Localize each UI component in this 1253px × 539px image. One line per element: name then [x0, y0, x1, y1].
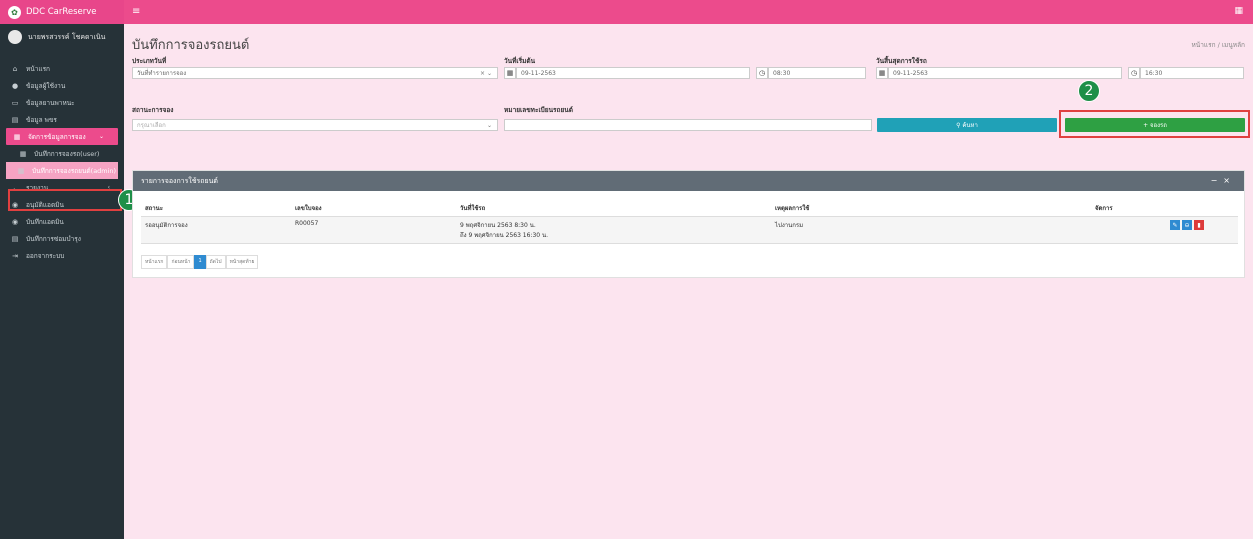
close-icon[interactable]: × — [1223, 176, 1236, 185]
car-icon: ◉ — [11, 217, 19, 226]
sidebar-item-booking-admin[interactable]: ▦ บันทึกการจองรถยนต์(admin) — [6, 162, 118, 179]
sidebar-item-booking-user[interactable]: ▦ บันทึกการจองรถ(user) — [0, 145, 124, 162]
date-type-label: ประเภทวันที่ — [132, 57, 167, 65]
date-line-2: ถึง 9 พฤศจิกายน 2563 16:30 น. — [460, 232, 549, 239]
column-header: เหตุผลการใช้ — [771, 200, 1091, 217]
date-line-1: 9 พฤศจิกายน 2563 8:30 น. — [460, 222, 536, 229]
sidebar-item-label: ข้อมูล พขร — [26, 115, 57, 124]
status-cell: รออนุมัติการจอง — [141, 216, 291, 244]
logout-icon: ⇥ — [12, 251, 18, 260]
sidebar: นายพรสวรรค์ โชคดาเนิน ⌂ หน้าแรก ● ข้อมูลผู… — [0, 24, 124, 539]
breadcrumb[interactable]: หน้าแรก / เมนูหลัก — [1192, 40, 1245, 50]
search-button-label: ค้นหา — [962, 122, 978, 129]
callout-badge-2: 2 — [1078, 80, 1100, 102]
sidebar-item-maintenance[interactable]: ▤ บันทึกการซ่อมบำรุง — [0, 230, 124, 247]
chevron-down-icon: ⌄ — [486, 121, 492, 129]
calendar-icon: ▦ — [19, 149, 27, 158]
highlight-box-book-button — [1059, 110, 1250, 138]
calendar-icon: ▦ — [13, 132, 21, 141]
sidebar-item-label: จัดการข้อมูลการจอง — [28, 132, 86, 141]
user-name: นายพรสวรรค์ โชคดาเนิน — [28, 32, 106, 41]
panel-tools: −× — [1211, 176, 1236, 185]
sidebar-item-label: ข้อมูลผู้ใช้งาน — [26, 81, 66, 90]
status-select[interactable]: กรุณาเลือก ⌄ — [132, 119, 498, 131]
table-header-row: สถานะ เลขใบจอง วันที่ใช้รถ เหตุผลการใช้ … — [141, 200, 1238, 217]
end-date-input[interactable]: 09-11-2563 — [888, 67, 1122, 79]
sidebar-item-label: บันทึกการซ่อมบำรุง — [26, 234, 81, 243]
plate-input[interactable] — [504, 119, 872, 131]
sidebar-item-vehicles[interactable]: ▭ ข้อมูลยานพาหนะ — [0, 94, 124, 111]
sidebar-item-label: ข้อมูลยานพาหนะ — [26, 98, 75, 107]
start-time-input[interactable]: 08:30 — [768, 67, 866, 79]
brand-title: DDC CarReserve — [26, 7, 97, 17]
calendar-icon: ▦ — [876, 67, 888, 79]
leaf-logo-icon: ✿ — [8, 5, 21, 19]
column-header: วันที่ใช้รถ — [456, 200, 771, 217]
chevron-down-icon: ⌄ — [98, 133, 104, 140]
highlight-box-admin-booking — [8, 189, 122, 211]
start-date-label: วันที่เริ่มต้น — [504, 57, 536, 65]
home-icon: ⌂ — [12, 64, 18, 73]
user-panel[interactable]: นายพรสวรรค์ โชคดาเนิน — [0, 24, 124, 50]
top-navbar: ≡ ▦ — [124, 0, 1253, 24]
calendar-icon: ▦ — [504, 67, 516, 79]
actions-cell: ✎ ⊖ ▮ — [1091, 216, 1238, 244]
date-type-value: วันที่ทำรายการจอง — [137, 70, 187, 77]
clock-icon: ◷ — [1128, 67, 1140, 79]
sidebar-item-label: บันทึกแอดมิน — [26, 217, 64, 226]
page-title: บันทึกการจองรถยนต์ — [132, 38, 250, 53]
sidebar-item-drivers[interactable]: ▤ ข้อมูล พขร — [0, 111, 124, 128]
panel-header: รายการจองการใช้รถยนต์ −× — [133, 171, 1244, 191]
sidebar-item-logout[interactable]: ⇥ ออกจากระบบ — [0, 247, 124, 264]
id-card-icon: ▤ — [11, 115, 19, 124]
clear-and-chevron-icon: × ⌄ — [480, 69, 492, 77]
start-date-input[interactable]: 09-11-2563 — [516, 67, 750, 79]
avatar — [8, 30, 22, 44]
sidebar-item-home[interactable]: ⌂ หน้าแรก — [0, 60, 124, 77]
brand-header[interactable]: ✿ DDC CarReserve — [0, 0, 124, 24]
collapse-icon[interactable]: − — [1211, 176, 1224, 185]
sidebar-item-users[interactable]: ● ข้อมูลผู้ใช้งาน — [0, 77, 124, 94]
pager-last[interactable]: หน้าสุดท้าย — [225, 255, 259, 269]
date-cell: 9 พฤศจิกายน 2563 8:30 น. ถึง 9 พฤศจิกายน… — [456, 216, 771, 244]
status-label: สถานะการจอง — [132, 106, 174, 114]
status-placeholder: กรุณาเลือก — [137, 122, 166, 129]
booking-no-cell: R00057 — [291, 216, 456, 244]
sidebar-item-admin-record[interactable]: ◉ บันทึกแอดมิน — [0, 213, 124, 230]
reason-cell: ไปงานกรม — [771, 216, 1091, 244]
user-icon: ● — [11, 81, 19, 90]
clock-icon: ◷ — [756, 67, 768, 79]
calendar-icon: ▦ — [17, 166, 25, 175]
date-type-select[interactable]: วันที่ทำรายการจอง × ⌄ — [132, 67, 498, 79]
hamburger-icon[interactable]: ≡ — [132, 6, 140, 17]
sidebar-item-label: ออกจากระบบ — [26, 251, 65, 260]
pager-current[interactable]: 1 — [194, 255, 206, 269]
sidebar-item-booking-management[interactable]: ▦ จัดการข้อมูลการจอง ⌄ — [6, 128, 118, 145]
end-time-input[interactable]: 16:30 — [1140, 67, 1244, 79]
column-header: สถานะ — [141, 200, 291, 217]
main-content: บันทึกการจองรถยนต์ หน้าแรก / เมนูหลัก ปร… — [124, 24, 1253, 539]
pagination: หน้าแรก ก่อนหน้า 1 ถัดไป หน้าสุดท้าย — [141, 255, 259, 269]
column-header: จัดการ — [1091, 200, 1238, 217]
sidebar-item-label: บันทึกการจองรถยนต์(admin) — [32, 166, 117, 175]
plate-label: หมายเลขทะเบียนรถยนต์ — [504, 106, 573, 114]
car-icon: ▭ — [11, 98, 19, 107]
grid-icon[interactable]: ▦ — [1234, 6, 1243, 16]
pager-first[interactable]: หน้าแรก — [141, 255, 168, 269]
pager-next[interactable]: ถัดไป — [205, 255, 226, 269]
print-icon[interactable]: ⊖ — [1182, 220, 1192, 230]
delete-icon[interactable]: ▮ — [1194, 220, 1204, 230]
booking-list-panel: รายการจองการใช้รถยนต์ −× สถานะ เลขใบจอง … — [132, 170, 1245, 278]
pager-prev[interactable]: ก่อนหน้า — [167, 255, 195, 269]
panel-title: รายการจองการใช้รถยนต์ — [141, 176, 218, 185]
sidebar-item-label: หน้าแรก — [26, 64, 50, 73]
edit-icon[interactable]: ✎ — [1170, 220, 1180, 230]
column-header: เลขใบจอง — [291, 200, 456, 217]
sidebar-item-label: บันทึกการจองรถ(user) — [34, 149, 100, 158]
booking-table: สถานะ เลขใบจอง วันที่ใช้รถ เหตุผลการใช้ … — [141, 200, 1238, 244]
table-row: รออนุมัติการจอง R00057 9 พฤศจิกายน 2563 … — [141, 216, 1238, 244]
wrench-icon: ▤ — [11, 234, 19, 243]
search-button[interactable]: ⚲ ค้นหา — [877, 118, 1057, 132]
end-date-label: วันสิ้นสุดการใช้รถ — [876, 57, 927, 65]
